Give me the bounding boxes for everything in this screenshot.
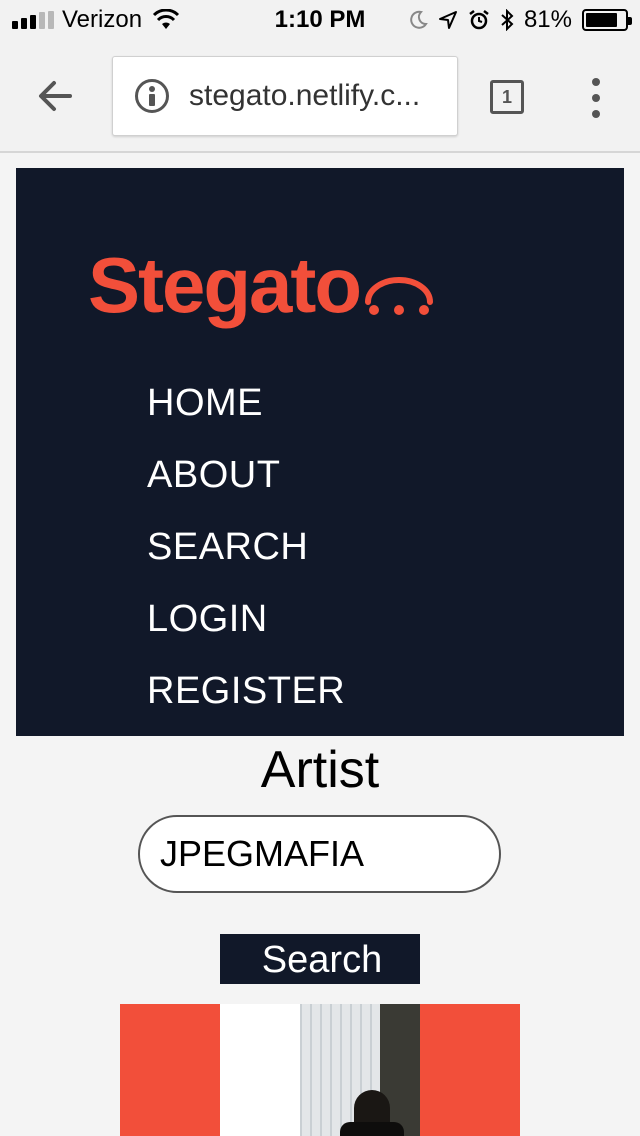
logo-text: Stegato bbox=[88, 241, 362, 329]
info-icon[interactable] bbox=[135, 79, 169, 113]
status-bar: Verizon 1:10 PM 81% bbox=[0, 0, 640, 40]
nav-menu: HOME ABOUT SEARCH LOGIN REGISTER bbox=[147, 376, 345, 736]
browser-toolbar: stegato.netlify.c... 1 bbox=[0, 40, 640, 153]
site-logo[interactable]: Stegato bbox=[88, 246, 436, 324]
artist-label: Artist bbox=[260, 741, 380, 799]
nav-item-register[interactable]: REGISTER bbox=[147, 664, 345, 736]
artist-result-image[interactable] bbox=[120, 1004, 520, 1136]
nav-item-about[interactable]: ABOUT bbox=[147, 448, 345, 520]
url-text[interactable]: stegato.netlify.c... bbox=[189, 79, 420, 113]
overflow-menu-icon[interactable] bbox=[588, 78, 604, 118]
moon-icon bbox=[410, 10, 428, 29]
site-header-nav: Stegato HOME ABOUT SEARCH LOGIN REGISTER bbox=[16, 168, 624, 736]
battery-percent: 81% bbox=[523, 6, 572, 33]
back-arrow-icon[interactable] bbox=[34, 74, 78, 118]
alarm-icon bbox=[469, 10, 489, 30]
search-button[interactable]: Search bbox=[220, 934, 420, 984]
address-bar[interactable]: stegato.netlify.c... bbox=[112, 56, 458, 136]
nav-item-search[interactable]: SEARCH bbox=[147, 520, 345, 592]
status-right: 81% bbox=[408, 6, 632, 34]
nav-item-home[interactable]: HOME bbox=[147, 376, 345, 448]
artist-photo bbox=[220, 1004, 420, 1136]
nav-item-login[interactable]: LOGIN bbox=[147, 592, 345, 664]
battery-icon bbox=[582, 9, 632, 31]
tabs-icon[interactable]: 1 bbox=[490, 80, 524, 114]
bluetooth-icon bbox=[501, 9, 514, 31]
headphones-logo-icon bbox=[365, 277, 434, 315]
artist-search-input[interactable] bbox=[138, 815, 501, 893]
location-icon bbox=[438, 11, 457, 29]
